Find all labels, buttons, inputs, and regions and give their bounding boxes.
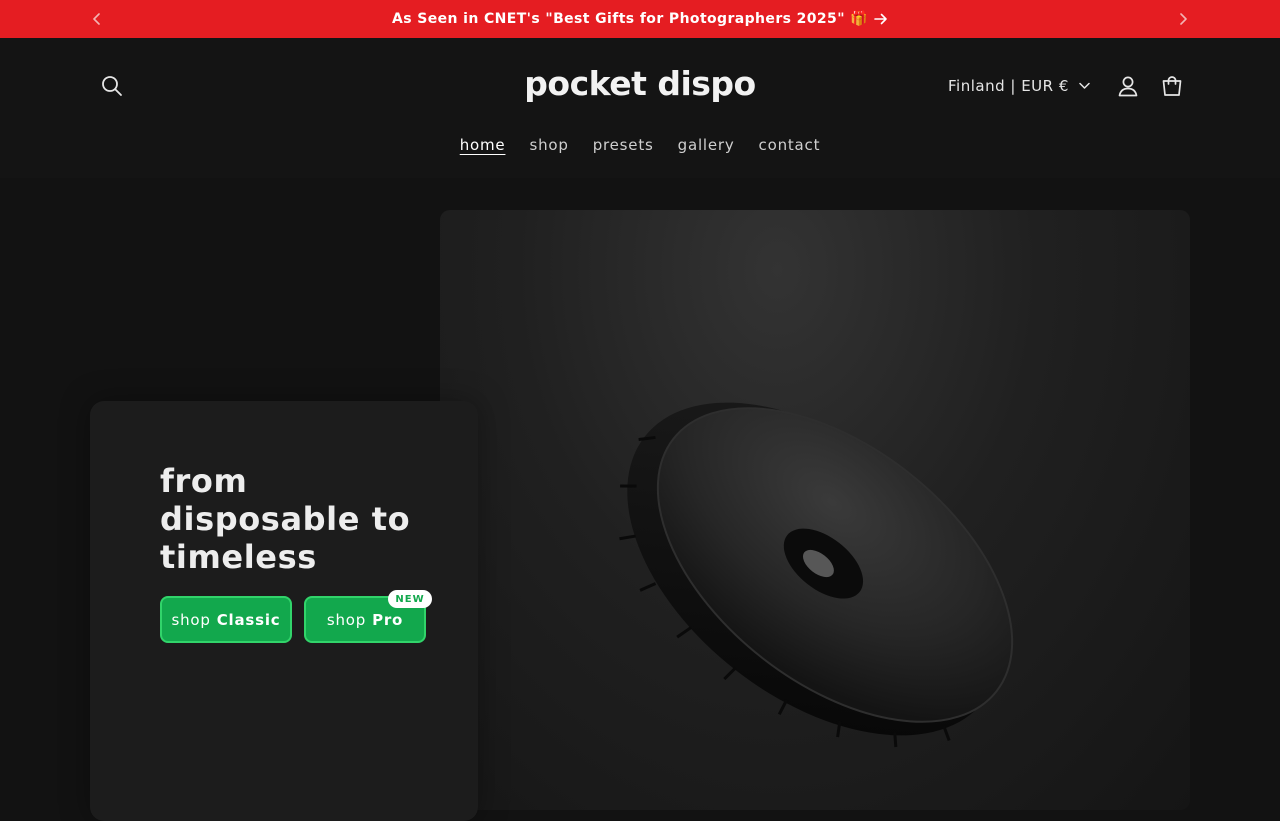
cart-button[interactable]	[1150, 64, 1194, 108]
nav-home[interactable]: home	[460, 134, 506, 156]
announcement-prev-button[interactable]	[78, 0, 116, 38]
announcement-text: As Seen in CNET's "Best Gifts for Photog…	[391, 11, 868, 27]
lens-cap-illustration	[619, 402, 1014, 748]
chevron-left-icon	[93, 13, 100, 25]
announcement-bar: As Seen in CNET's "Best Gifts for Photog…	[0, 0, 1280, 38]
announcement-link[interactable]: As Seen in CNET's "Best Gifts for Photog…	[392, 11, 888, 27]
site-header: pocket dispo Finland | EUR € home shop p…	[0, 38, 1280, 178]
nav-shop[interactable]: shop	[529, 134, 568, 156]
shop-classic-prefix: shop	[171, 610, 211, 629]
new-badge: NEW	[388, 590, 432, 608]
shop-pro-prefix: shop	[326, 610, 367, 629]
locale-selector[interactable]: Finland | EUR €	[948, 72, 1090, 100]
shop-pro-label: Pro	[372, 610, 404, 629]
hero-product-image	[440, 210, 1190, 810]
locale-label: Finland | EUR €	[948, 77, 1069, 95]
arrow-right-icon	[874, 13, 887, 25]
shop-classic-label: Classic	[216, 610, 281, 629]
nav-contact[interactable]: contact	[759, 134, 821, 156]
account-button[interactable]	[1106, 64, 1150, 108]
shopping-bag-icon	[1162, 76, 1182, 96]
nav-gallery[interactable]: gallery	[678, 134, 735, 156]
hero-heading: from disposable to timeless	[160, 462, 411, 576]
chevron-right-icon	[1180, 13, 1187, 25]
user-icon	[1118, 76, 1138, 97]
nav-presets[interactable]: presets	[593, 134, 654, 156]
chevron-down-icon	[1079, 82, 1090, 89]
main-nav: home shop presets gallery contact	[0, 134, 1280, 156]
shop-classic-button[interactable]: shop Classic	[160, 596, 292, 643]
announcement-next-button[interactable]	[1164, 0, 1202, 38]
